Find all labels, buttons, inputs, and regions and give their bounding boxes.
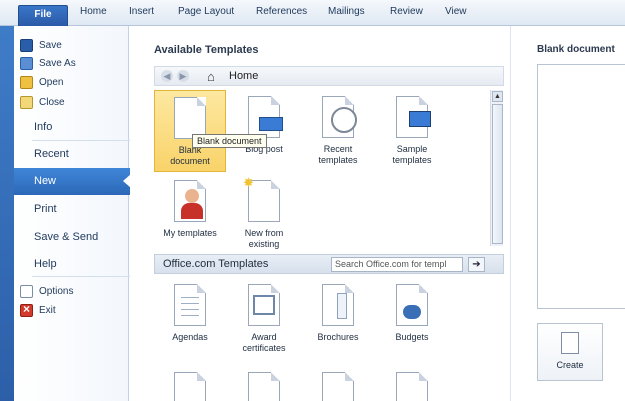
template-label-line1: Recent [323,144,353,154]
save-icon [20,38,33,52]
exit-command[interactable]: Exit [20,301,56,319]
template-label-line2: templates [392,155,432,165]
template-label-line2: templates [318,155,358,165]
agendas-icon [174,284,206,326]
close-command[interactable]: Close [20,93,65,111]
new-from-existing-icon: ✸ [243,175,280,222]
budgets-icon [396,284,428,326]
template-label-line1: Budgets [395,332,429,342]
office-search-input[interactable]: Search Office.com for templ [331,257,463,272]
office-com-templates-bar: Office.com Templates Search Office.com f… [154,254,504,274]
nav-info[interactable]: Info [34,121,52,133]
close-folder-icon [20,95,33,109]
award-certificates-icon [248,284,280,326]
nav-new[interactable]: New [14,168,131,195]
save-label: Save [39,39,62,51]
section-title: Available Templates [154,44,259,56]
open-folder-icon [20,75,33,89]
create-label: Create [556,360,584,370]
template-sample[interactable]: Sample templates [376,90,448,172]
template-my-templates[interactable]: My templates [154,174,226,250]
template-label-line1: New from [244,228,284,238]
breadcrumb-label[interactable]: Home [229,70,258,82]
nav-help[interactable]: Help [34,258,57,270]
template-label-line1: Award [251,332,277,342]
tab-home[interactable]: Home [80,6,107,17]
nav-divider [32,140,132,141]
options-label: Options [39,285,74,297]
template-partial[interactable] [302,366,374,401]
nav-new-label: New [34,175,57,187]
template-brochures[interactable]: Brochures [302,278,374,364]
scroll-thumb[interactable] [492,104,503,244]
template-new-from-existing[interactable]: ✸ New from existing [228,174,300,250]
template-label-line1: Brochures [317,332,359,342]
search-go-button[interactable]: ➔ [468,257,485,272]
template-agendas[interactable]: Agendas [154,278,226,364]
create-button[interactable]: Create [537,323,603,381]
nav-recent[interactable]: Recent [34,148,69,160]
back-arrow-icon[interactable]: ◀ [161,70,173,82]
options-icon [20,284,33,298]
template-label-line2: certificates [242,343,286,353]
tooltip: Blank document [192,134,267,148]
template-label-line1: My templates [163,228,217,238]
open-command[interactable]: Open [20,73,63,91]
save-command[interactable]: Save [20,36,62,54]
template-budgets[interactable]: Budgets [376,278,448,364]
nav-print[interactable]: Print [34,203,57,215]
recent-templates-icon [322,96,357,138]
ribbon-tab-strip: File Home Insert Page Layout References … [0,0,625,26]
tab-file[interactable]: File [18,5,68,26]
tab-mailings[interactable]: Mailings [328,6,365,17]
create-document-icon [561,332,579,354]
backstage-nav: Save Save As Open Close Info Recent Prin… [0,26,132,401]
available-templates-pane: Available Templates ◀ ▶ ⌂ Home Blank doc… [130,26,510,401]
template-blank-document[interactable]: Blank document [154,90,226,172]
office-com-title: Office.com Templates [163,258,269,270]
templates-scrollbar[interactable]: ▲ [490,90,503,246]
template-partial[interactable] [228,366,300,401]
tab-references[interactable]: References [256,6,307,17]
tab-insert[interactable]: Insert [129,6,154,17]
blog-post-icon [248,96,283,138]
save-as-icon [20,56,33,70]
save-as-label: Save As [39,57,76,69]
template-label-line2: existing [248,239,280,249]
brochures-icon [322,284,354,326]
scroll-up-icon[interactable]: ▲ [492,91,503,102]
open-label: Open [39,76,64,88]
template-label-line1: Sample [396,144,428,154]
exit-label: Exit [39,304,56,316]
template-label-line1: Agendas [172,332,208,342]
document-preview [537,64,625,309]
template-partial[interactable] [154,366,226,401]
nav-divider [32,276,132,277]
preview-title: Blank document [537,44,615,55]
my-templates-icon [174,180,206,222]
template-blog-post[interactable]: Blog post [228,90,300,172]
template-recent[interactable]: Recent templates [302,90,374,172]
tab-page-layout[interactable]: Page Layout [178,6,234,17]
nav-save-and-send[interactable]: Save & Send [34,231,98,243]
options-command[interactable]: Options [20,282,73,300]
template-award-certificates[interactable]: Award certificates [228,278,300,364]
tab-review[interactable]: Review [390,6,423,17]
tab-view[interactable]: View [445,6,467,17]
template-partial[interactable] [376,366,448,401]
preview-pane: Blank document Create [510,26,625,401]
breadcrumb: ◀ ▶ ⌂ Home [154,66,504,86]
blank-document-icon [174,97,206,139]
forward-arrow-icon[interactable]: ▶ [177,70,189,82]
template-label-line2: document [170,156,210,166]
sample-templates-icon [396,96,431,138]
exit-icon [20,302,33,317]
home-icon[interactable]: ⌂ [207,69,215,84]
close-label: Close [39,96,65,108]
save-as-command[interactable]: Save As [20,54,76,72]
